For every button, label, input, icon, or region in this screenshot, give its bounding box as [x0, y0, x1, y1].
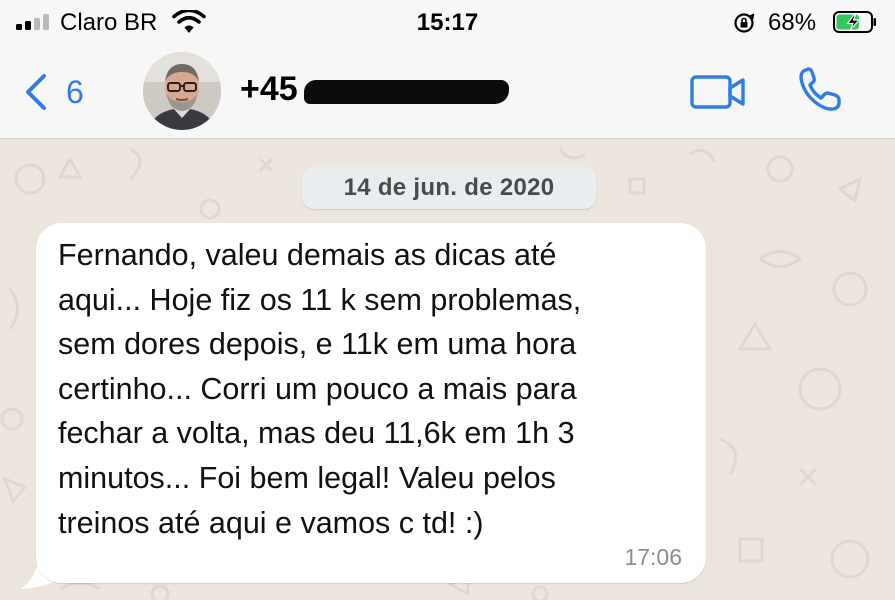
message-text: Fernando, valeu demais as dicas até aqui… [58, 238, 582, 540]
battery-charging-icon [833, 11, 876, 33]
orientation-lock-icon [734, 13, 755, 33]
chevron-left-icon [26, 74, 46, 110]
contact-avatar[interactable] [143, 52, 221, 130]
video-call-button[interactable] [690, 72, 746, 112]
chat-area[interactable]: 14 de jun. de 2020 Fernando, valeu demai… [0, 139, 895, 600]
chat-header: 6 +45 [0, 46, 895, 139]
back-button[interactable]: 6 [22, 72, 84, 112]
message-bubble-incoming[interactable]: Fernando, valeu demais as dicas até aqui… [36, 223, 706, 583]
contact-name[interactable]: +45 [240, 70, 509, 109]
unread-chats-count: 6 [66, 73, 84, 110]
battery-percent: 68% [768, 9, 817, 36]
message-timestamp: 17:06 [624, 544, 682, 570]
date-separator: 14 de jun. de 2020 [302, 167, 596, 209]
contact-phone-prefix: +45 [240, 70, 298, 108]
status-time: 15:17 [416, 9, 479, 36]
voice-call-button[interactable] [796, 66, 844, 114]
status-bar: Claro BR 15:17 68% [0, 0, 895, 46]
redacted-phone-number [303, 79, 509, 104]
